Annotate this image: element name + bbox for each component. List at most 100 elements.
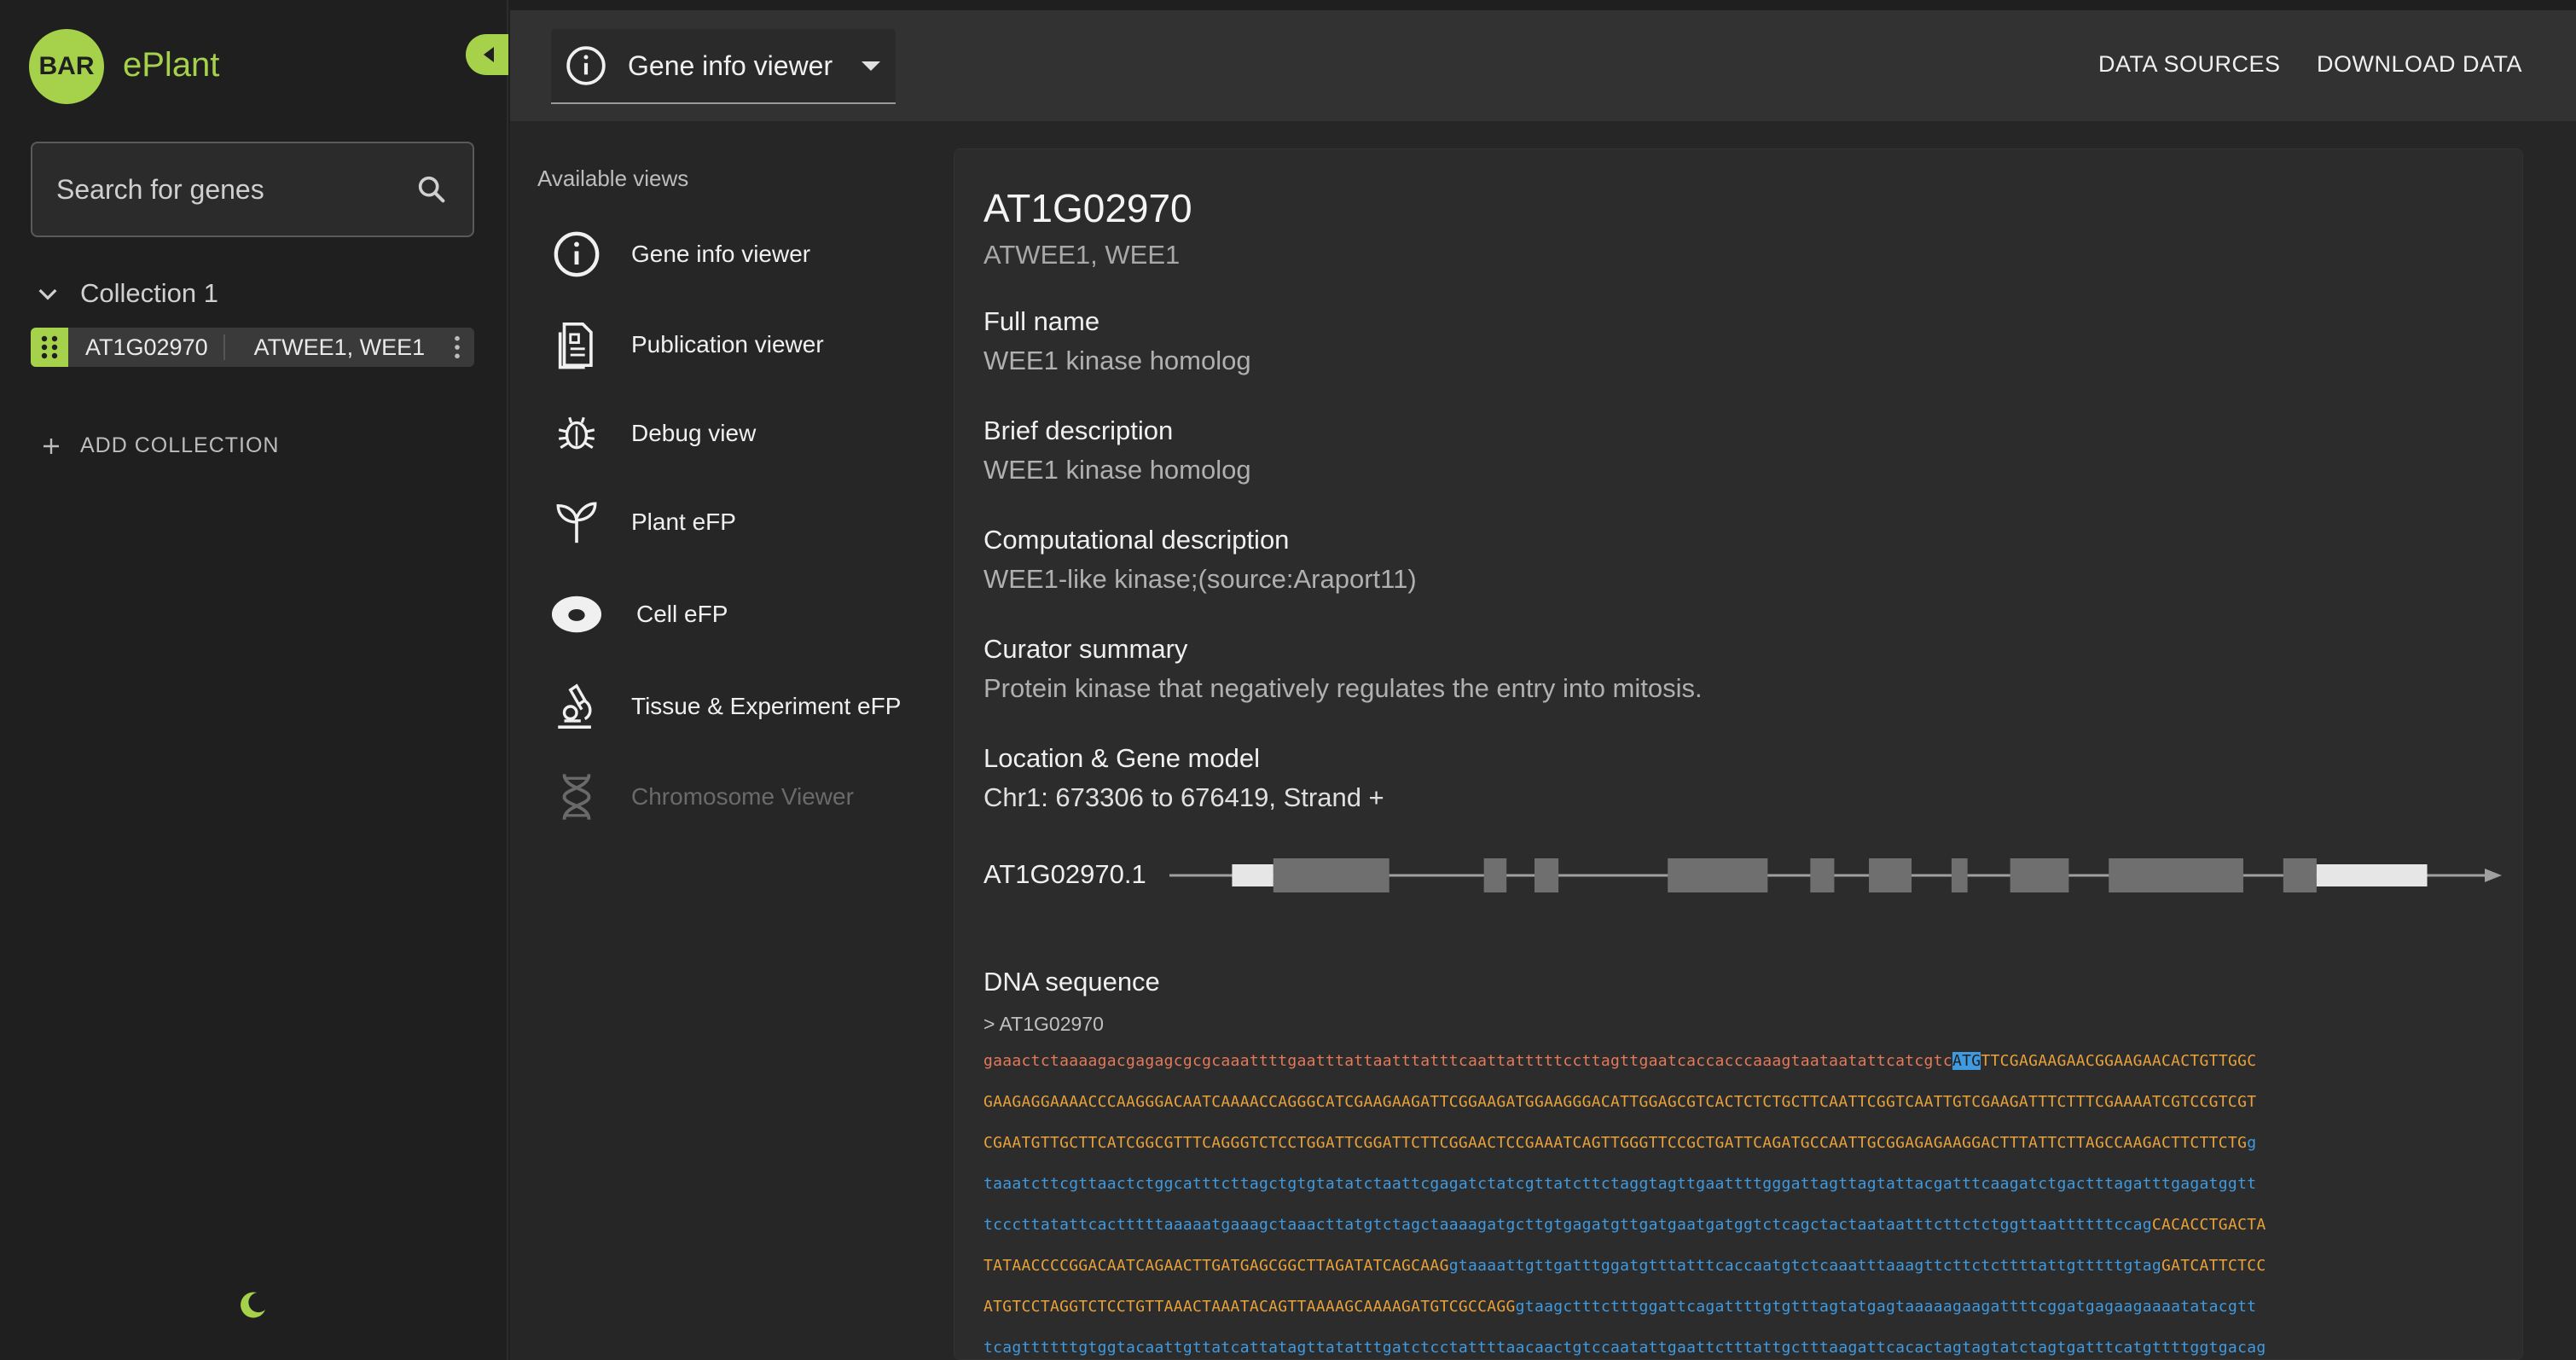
- gene-model-utr: [2316, 864, 2428, 886]
- sequence-segment-start: ATG: [1952, 1052, 1981, 1070]
- view-item-label: Tissue & Experiment eFP: [631, 693, 902, 719]
- gene-chip[interactable]: AT1G02970 ATWEE1, WEE1: [31, 328, 474, 367]
- gene-model-name: AT1G02970.1: [983, 859, 1146, 889]
- drag-handle-icon[interactable]: [31, 328, 68, 367]
- strand-arrow-icon: [2485, 869, 2502, 882]
- app-name: ePlant: [123, 46, 220, 84]
- view-item-tissue-efp[interactable]: Tissue & Experiment eFP: [551, 681, 901, 732]
- sequence-line: CGAATGTTGCTTCATCGGCGTTTCAGGGTCTCCTGGATTC…: [983, 1134, 2502, 1152]
- gene-model-utr: [1232, 864, 1273, 886]
- location-value: Chr1: 673306 to 676419, Strand +: [983, 782, 1384, 812]
- view-selector[interactable]: Gene info viewer: [551, 29, 896, 104]
- gene-model-exon: [1951, 858, 1968, 892]
- info-icon: [551, 229, 602, 280]
- view-item-plant-efp[interactable]: Plant eFP: [551, 497, 736, 548]
- view-item-gene-info[interactable]: Gene info viewer: [551, 229, 810, 280]
- sequence-line: gaaactctaaaagacgagagcgcgcaaattttgaatttat…: [983, 1052, 2502, 1070]
- gene-model-exon: [1273, 858, 1390, 892]
- chevron-down-icon: [38, 288, 57, 300]
- sequence-line: TATAACCCCGGACAATCAGAACTTGATGAGCGGCTTAGAT…: [983, 1257, 2502, 1275]
- sequence-segment-intron: gtaagctttctttggattcagattttgtgtttagtatgag…: [1515, 1298, 2257, 1316]
- search-icon[interactable]: [415, 171, 449, 208]
- views-panel: Available views Gene info viewer Publica…: [510, 121, 954, 1360]
- full-name-value: WEE1 kinase homolog: [983, 346, 1251, 375]
- full-name-label: Full name: [983, 306, 1100, 336]
- cell-icon: [551, 589, 602, 640]
- collection-name: Collection 1: [80, 278, 218, 308]
- brief-description-label: Brief description: [983, 416, 1174, 445]
- top-strip: [510, 0, 2576, 10]
- sprout-icon: [551, 497, 602, 548]
- gene-search-box[interactable]: [31, 142, 474, 237]
- brief-description-value: WEE1 kinase homolog: [983, 455, 1251, 485]
- bar-logo[interactable]: BAR: [29, 29, 104, 104]
- view-item-label: Chromosome Viewer: [631, 783, 854, 810]
- curator-summary-value: Protein kinase that negatively regulates…: [983, 673, 1703, 703]
- gene-title: AT1G02970: [983, 186, 1192, 230]
- gene-model-exon: [1668, 858, 1768, 892]
- view-item-chromosome: Chromosome Viewer: [551, 771, 854, 822]
- view-item-cell-efp[interactable]: Cell eFP: [551, 589, 728, 640]
- search-input[interactable]: [56, 173, 415, 206]
- gene-model-exon: [1810, 858, 1835, 892]
- chevron-left-icon: [484, 47, 494, 62]
- more-options-icon[interactable]: [440, 328, 474, 367]
- collapse-sidebar-button[interactable]: [466, 34, 508, 75]
- collection-toggle[interactable]: Collection 1: [34, 278, 218, 309]
- sequence-segment-intron: tcccttatattcactttttaaaaatgaaagctaaacttat…: [983, 1216, 2152, 1234]
- sequence-line: tcccttatattcactttttaaaaatgaaagctaaacttat…: [983, 1216, 2502, 1234]
- gene-info-card: AT1G02970 ATWEE1, WEE1 Full name WEE1 ki…: [954, 148, 2523, 1360]
- sequence-line: tcagttttttgtggtacaattgttatcattatagttatat…: [983, 1339, 2502, 1357]
- gene-model-exon: [1483, 858, 1507, 892]
- location-label: Location & Gene model: [983, 743, 1260, 773]
- gene-model-exon: [2109, 858, 2243, 892]
- fasta-header: > AT1G02970: [983, 1013, 1104, 1035]
- document-icon: [551, 319, 602, 370]
- views-title: Available views: [537, 166, 689, 191]
- view-item-publication[interactable]: Publication viewer: [551, 319, 824, 370]
- add-collection-label: ADD COLLECTION: [80, 433, 280, 457]
- sequence-segment-intron: taaatcttcgttaactctggcatttcttagctgtgtatat…: [983, 1175, 2257, 1193]
- view-item-label: Cell eFP: [636, 601, 728, 627]
- view-item-debug[interactable]: Debug view: [551, 408, 756, 459]
- sequence-line: taaatcttcgttaactctggcatttcttagctgtgtatat…: [983, 1175, 2502, 1193]
- sequence-segment-exon: ATGTCCTAGGTCTCCTGTTAAACTAAATACAGTTAAAAGC…: [983, 1298, 1516, 1316]
- view-item-label: Gene info viewer: [631, 241, 811, 267]
- gene-aliases: ATWEE1, WEE1: [983, 240, 1181, 270]
- gene-model-exon: [2010, 858, 2069, 892]
- sidebar: BAR ePlant Collection 1 AT1G02970 ATWEE1…: [0, 0, 508, 1360]
- data-sources-button[interactable]: DATA SOURCES: [2098, 51, 2281, 78]
- sequence-segment-intron: gtaaaattgttgatttggatgtttatttcaccaatgtctc…: [1448, 1257, 2161, 1275]
- sequence-segment-exon: GAAGAGGAAAACCCAAGGGACAATCAAAACCAGGGCATCG…: [983, 1093, 2257, 1111]
- view-item-label: Plant eFP: [631, 509, 736, 535]
- microscope-icon: [551, 681, 602, 732]
- gene-chip-id: AT1G02970: [68, 334, 225, 360]
- dropdown-caret-icon: [862, 61, 880, 71]
- sequence-segment-intron: tcagttttttgtggtacaattgttatcattatagttatat…: [983, 1339, 2266, 1357]
- sequence-line: GAAGAGGAAAACCCAAGGGACAATCAAAACCAGGGCATCG…: [983, 1093, 2502, 1111]
- add-collection-button[interactable]: ADD COLLECTION: [41, 433, 279, 458]
- sequence-line: ATGTCCTAGGTCTCCTGTTAAACTAAATACAGTTAAAAGC…: [983, 1298, 2502, 1316]
- moon-icon[interactable]: [235, 1288, 270, 1322]
- view-item-label: Debug view: [631, 420, 757, 446]
- sequence-segment-exon: TTCGAGAAGAACGGAAGAACACTGTTGGC: [1981, 1052, 2257, 1070]
- computational-description-value: WEE1-like kinase;(source:Araport11): [983, 564, 1417, 594]
- gene-model-exon: [1534, 858, 1559, 892]
- gene-chip-alias: ATWEE1, WEE1: [253, 334, 426, 360]
- gene-model-exon: [1869, 858, 1912, 892]
- curator-summary-label: Curator summary: [983, 634, 1188, 664]
- sequence-segment-exon: CACACCTGACTA: [2151, 1216, 2266, 1234]
- view-selector-label: Gene info viewer: [628, 49, 833, 81]
- sequence-segment-utr: gaaactctaaaagacgagagcgcgcaaattttgaatttat…: [983, 1052, 1952, 1070]
- plus-icon: [44, 438, 59, 454]
- download-data-button[interactable]: DOWNLOAD DATA: [2317, 51, 2522, 78]
- gene-model-diagram: [1169, 858, 2502, 892]
- sequence-segment-exon: CGAATGTTGCTTCATCGGCGTTTCAGGGTCTCCTGGATTC…: [983, 1134, 2248, 1152]
- dna-sequence-label: DNA sequence: [983, 967, 1160, 997]
- view-item-label: Publication viewer: [631, 331, 824, 357]
- dna-icon: [551, 771, 602, 822]
- bug-icon: [551, 408, 602, 459]
- gene-model-exon: [2283, 858, 2317, 892]
- sequence-segment-exon: TATAACCCCGGACAATCAGAACTTGATGAGCGGCTTAGAT…: [983, 1257, 1449, 1275]
- sequence-segment-intron: g: [2247, 1134, 2257, 1152]
